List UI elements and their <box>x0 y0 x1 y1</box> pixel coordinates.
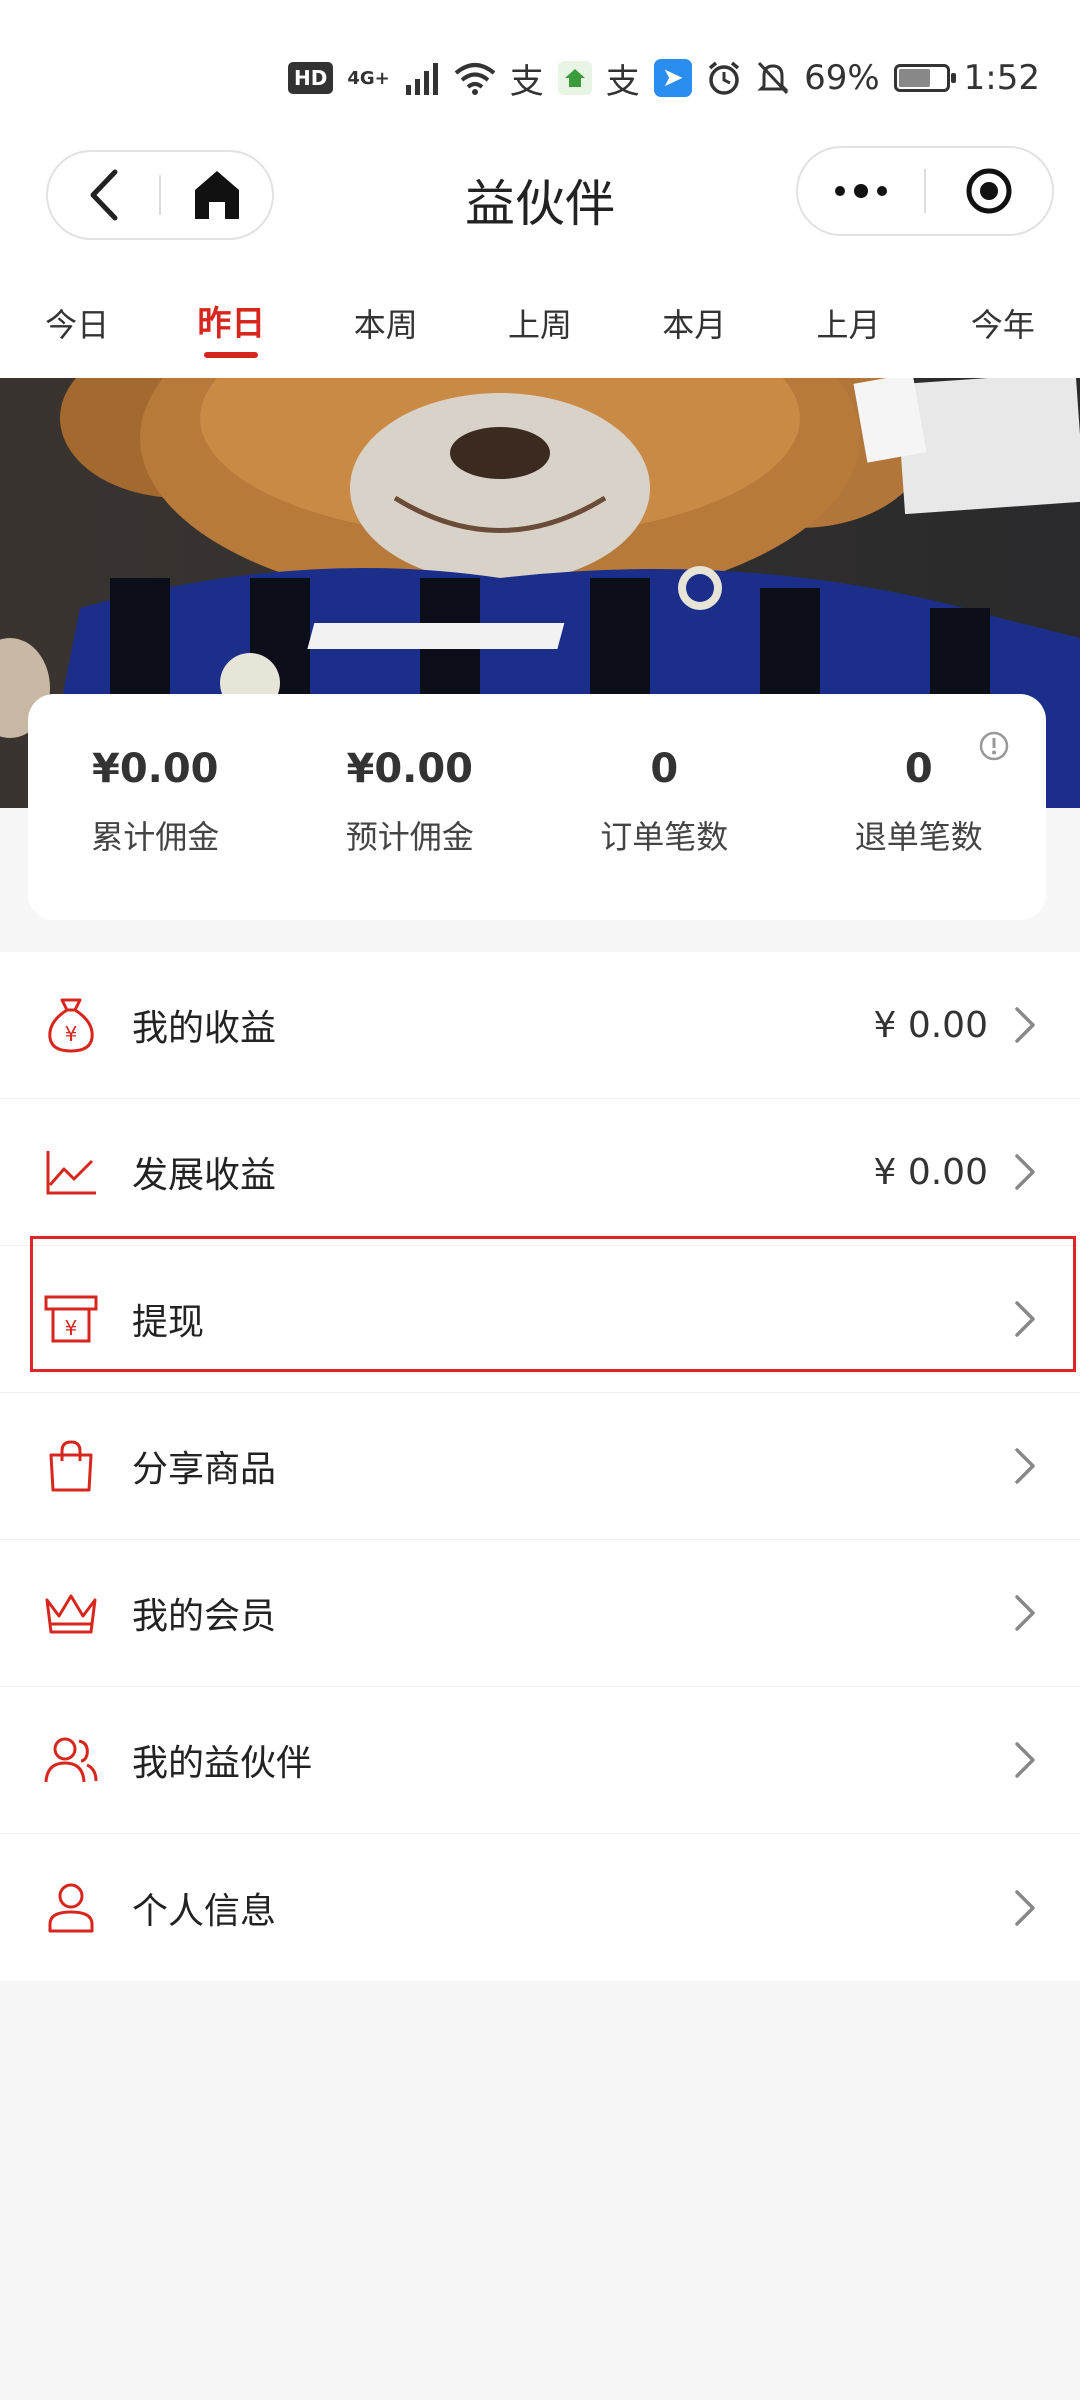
battery-percent: 69% <box>804 58 880 98</box>
stat-value: ¥0.00 <box>346 746 474 792</box>
chevron-right-icon <box>1010 1005 1040 1045</box>
chevron-right-icon <box>1010 1740 1040 1780</box>
status-bar: HD 4G+ 支 支 ➤ 69% 1:52 <box>0 0 1080 150</box>
menu-item-label: 发展收益 <box>132 1155 277 1196</box>
menu-item-label: 提现 <box>132 1302 205 1343</box>
tab-today[interactable]: 今日 <box>0 280 154 380</box>
alarm-icon <box>708 61 740 95</box>
stat-label: 订单笔数 <box>600 818 729 856</box>
menu-item-my-partners[interactable]: 我的益伙伴 <box>0 1687 1080 1834</box>
clock-time: 1:52 <box>963 58 1040 98</box>
battery-icon <box>893 64 956 92</box>
alipay-icon-2: 支 <box>605 61 640 102</box>
chevron-right-icon <box>1010 1446 1040 1486</box>
menu-item-value: ¥ 0.00 <box>873 1151 988 1193</box>
stat-label: 退单笔数 <box>854 818 983 856</box>
target-close-icon <box>966 168 1012 214</box>
signal-icon <box>405 63 438 95</box>
shopping-bag-icon <box>42 1437 100 1495</box>
line-chart-icon <box>42 1143 100 1201</box>
stat-value: 0 <box>650 746 679 792</box>
menu-item-label: 个人信息 <box>132 1890 277 1932</box>
tab-this-month[interactable]: 本月 <box>617 280 771 380</box>
menu-item-label: 我的会员 <box>132 1596 277 1637</box>
chevron-right-icon <box>1010 1299 1040 1339</box>
menu-item-label: 分享商品 <box>132 1449 277 1490</box>
svg-text:¥: ¥ <box>65 1022 78 1046</box>
tab-this-year[interactable]: 今年 <box>926 280 1080 380</box>
menu-item-share-products[interactable]: 分享商品 <box>0 1393 1080 1540</box>
user-icon <box>42 1879 100 1937</box>
menu-item-my-earnings[interactable]: ¥ 我的收益 ¥ 0.00 <box>0 952 1080 1099</box>
menu-list: ¥ 我的收益 ¥ 0.00 发展收益 ¥ 0.00 ¥ 提现 分享商品 我的会员… <box>0 952 1080 1981</box>
money-bag-icon: ¥ <box>42 996 100 1054</box>
more-dots-icon <box>835 184 887 198</box>
svg-text:¥: ¥ <box>65 1316 78 1340</box>
stat-refund-count: 0 退单笔数 <box>792 694 1047 920</box>
menu-item-value: ¥ 0.00 <box>873 1004 988 1046</box>
menu-item-my-members[interactable]: 我的会员 <box>0 1540 1080 1687</box>
stat-order-count: 0 订单笔数 <box>537 694 792 920</box>
nav-bar: 益伙伴 今日 昨日 本周 上周 本月 上月 今年 <box>0 146 1080 380</box>
chevron-right-icon <box>1010 1593 1040 1633</box>
menu-item-withdraw[interactable]: ¥ 提现 <box>0 1246 1080 1393</box>
active-tab-underline <box>204 352 259 358</box>
more-button[interactable] <box>798 146 924 236</box>
tab-last-week[interactable]: 上周 <box>463 280 617 380</box>
info-icon[interactable] <box>978 730 1010 766</box>
stats-card: ¥0.00 累计佣金 ¥0.00 预计佣金 0 订单笔数 0 退单笔数 <box>28 694 1046 920</box>
nav-capsule-right <box>796 146 1054 236</box>
close-miniapp-button[interactable] <box>926 146 1052 236</box>
stat-estimated-commission: ¥0.00 预计佣金 <box>283 694 538 920</box>
stat-value: ¥0.00 <box>91 746 219 792</box>
withdraw-icon: ¥ <box>42 1290 100 1348</box>
stat-total-commission: ¥0.00 累计佣金 <box>28 694 283 920</box>
status-icons-right: 69% 1:52 <box>706 58 1040 98</box>
menu-item-label: 我的收益 <box>132 1008 277 1049</box>
date-range-tabs: 今日 昨日 本周 上周 本月 上月 今年 <box>0 280 1080 380</box>
stat-label: 预计佣金 <box>345 818 474 856</box>
users-icon <box>42 1731 100 1789</box>
status-icons-left: HD 4G+ 支 支 ➤ <box>288 58 692 102</box>
chevron-right-icon <box>1010 1152 1040 1192</box>
stat-label: 累计佣金 <box>91 818 220 856</box>
alipay-icon: 支 <box>509 61 544 102</box>
chevron-right-icon <box>1010 1888 1040 1928</box>
menu-item-label: 我的益伙伴 <box>132 1743 313 1784</box>
dingtalk-icon: ➤ <box>653 59 692 97</box>
crown-icon <box>42 1584 100 1642</box>
network-type: 4G+ <box>347 67 390 89</box>
menu-item-personal-info[interactable]: 个人信息 <box>0 1834 1080 1981</box>
tab-yesterday[interactable]: 昨日 <box>154 280 308 380</box>
tab-this-week[interactable]: 本周 <box>309 280 463 380</box>
wifi-icon <box>454 63 496 95</box>
hd-badge: HD <box>288 62 334 94</box>
mute-bell-icon <box>757 61 789 95</box>
tab-last-month[interactable]: 上月 <box>771 280 925 380</box>
home-app-icon <box>557 61 592 95</box>
menu-item-development-earnings[interactable]: 发展收益 ¥ 0.00 <box>0 1099 1080 1246</box>
